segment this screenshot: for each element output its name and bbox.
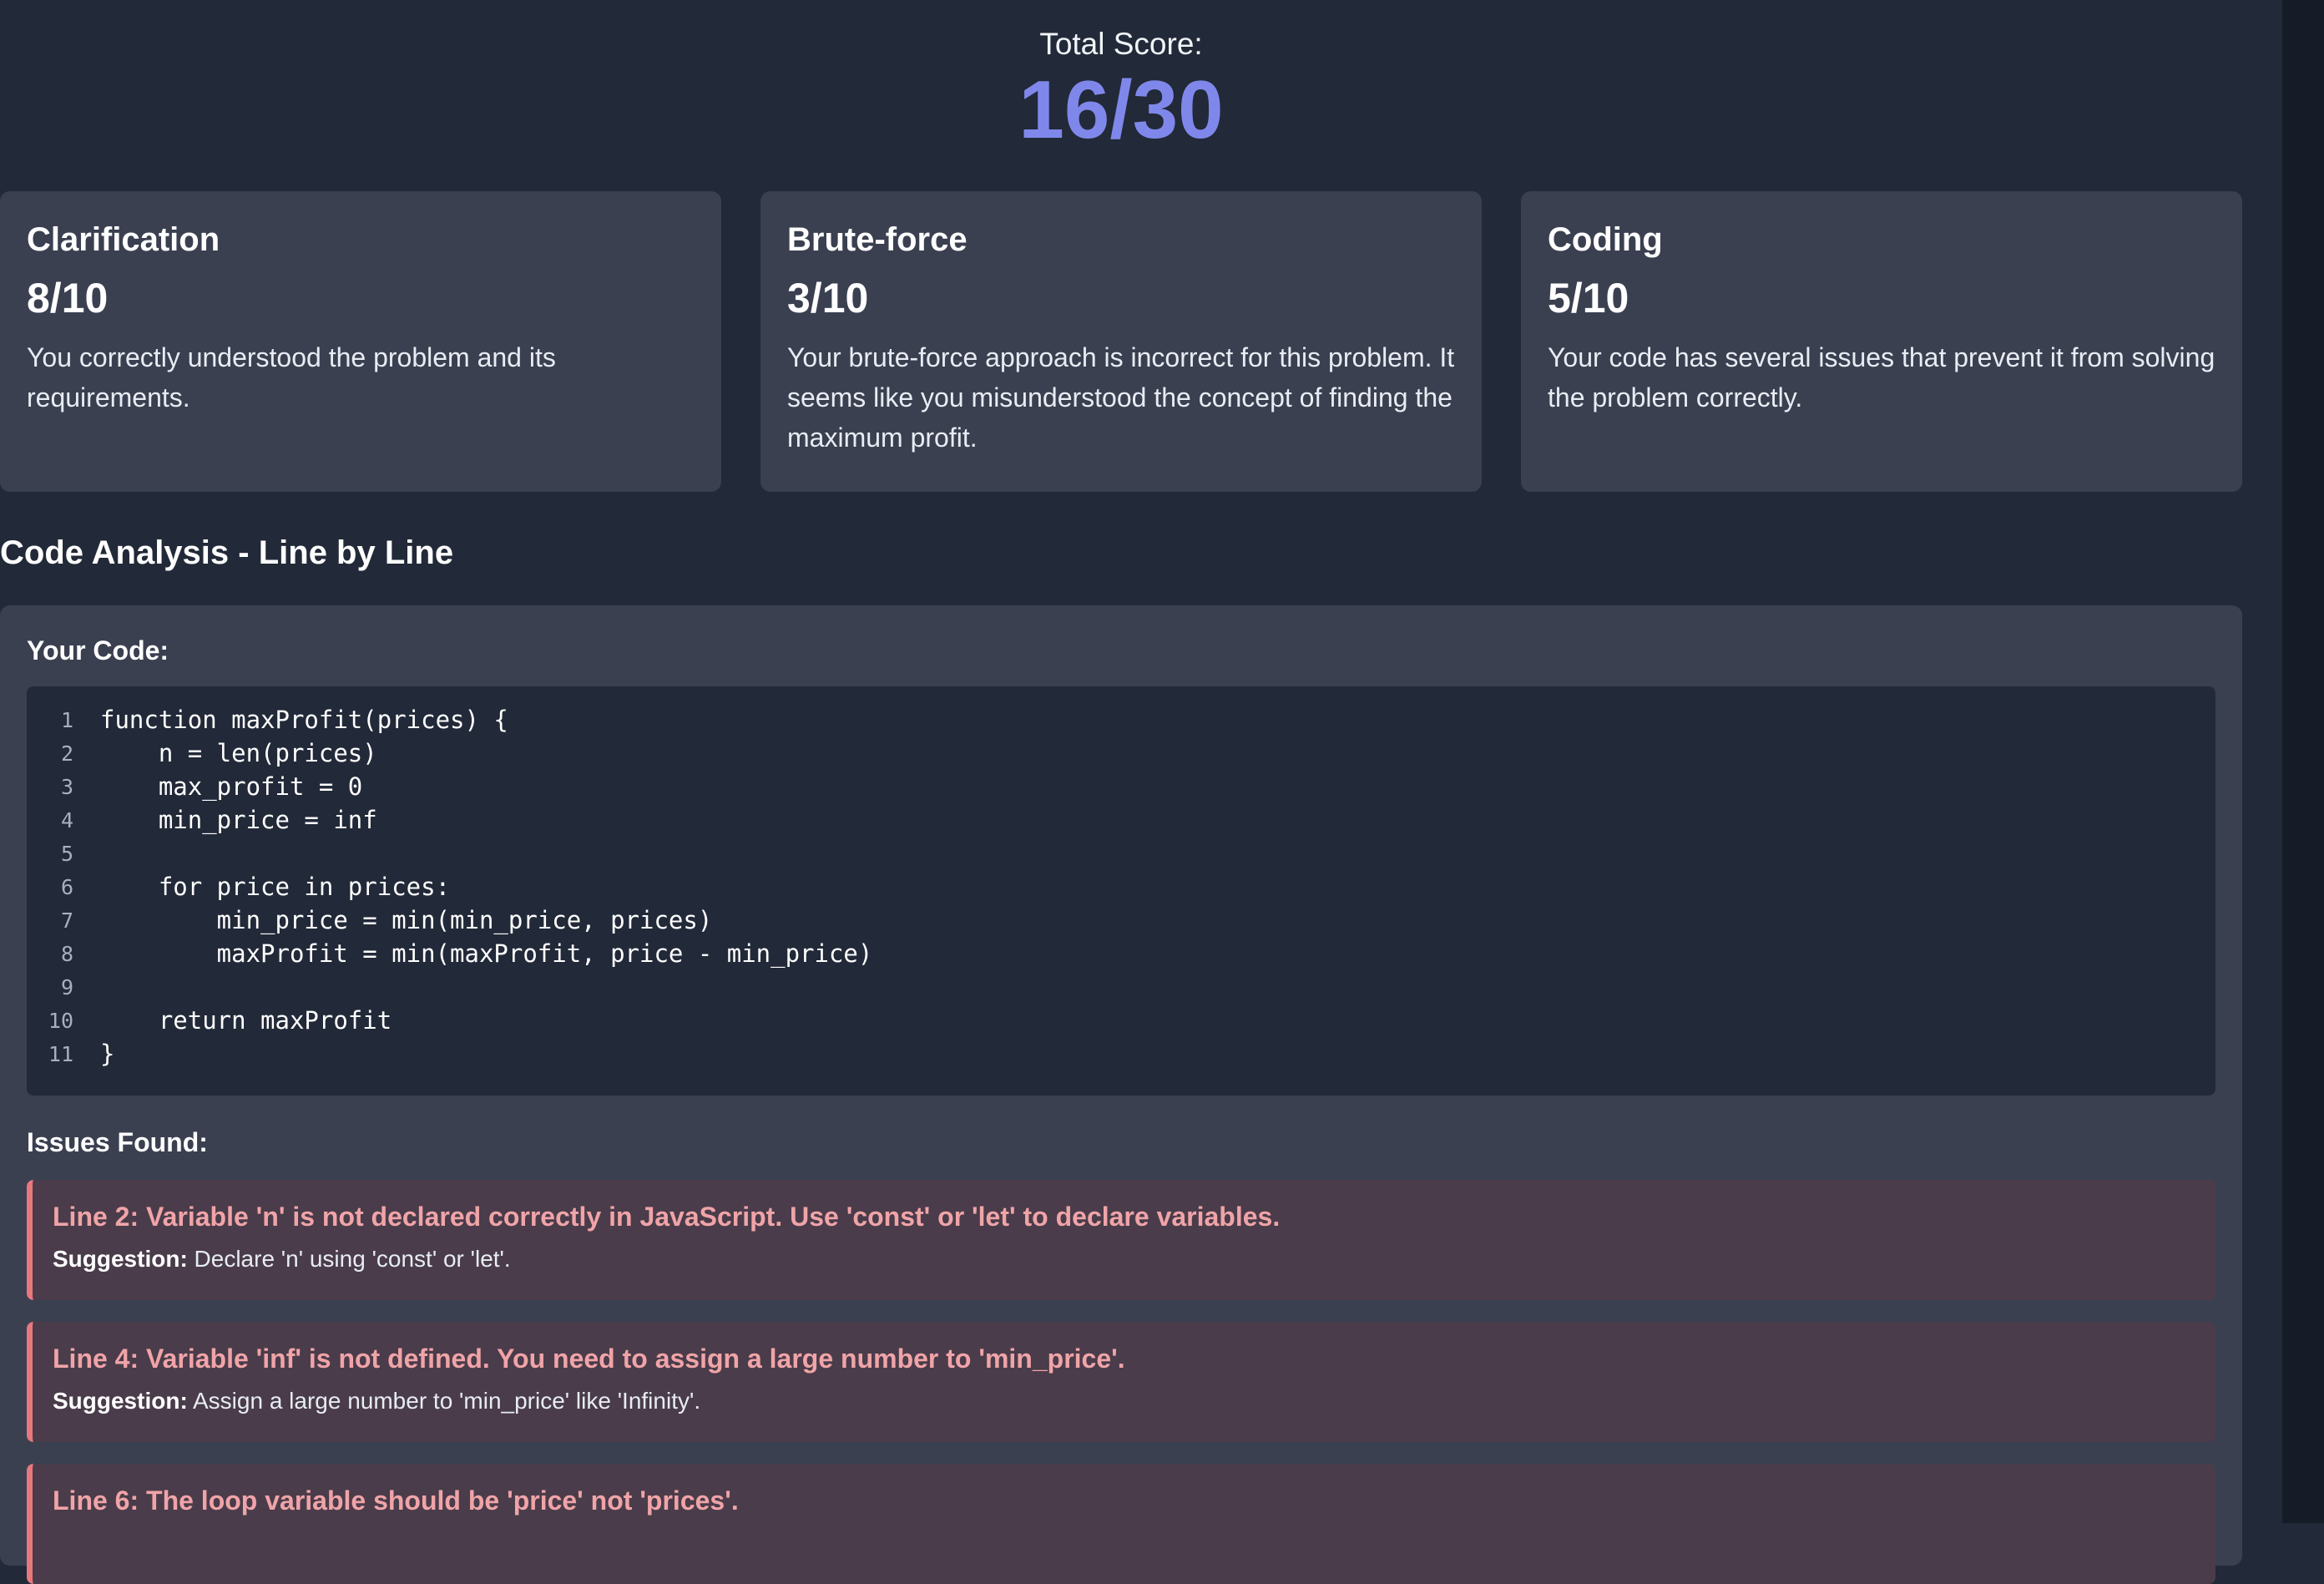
score-card-coding: Coding 5/10 Your code has several issues…: [1521, 191, 2242, 492]
card-score: 5/10: [1548, 275, 1629, 321]
code-line: 6 for price in prices:: [27, 870, 2215, 903]
line-number: 7: [60, 908, 73, 933]
card-feedback: Your code has several issues that preven…: [1548, 342, 2215, 412]
code-block: 1 function maxProfit(prices) { 2 n = len…: [27, 686, 2215, 1096]
your-code-heading: Your Code:: [27, 635, 169, 665]
code-line: 8 maxProfit = min(maxProfit, price - min…: [27, 937, 2215, 970]
line-number: 9: [60, 974, 73, 999]
line-number: 8: [60, 941, 73, 966]
code-line: 5: [27, 837, 2215, 870]
card-title: Brute-force: [787, 221, 967, 258]
code-text: min_price = inf: [100, 806, 377, 834]
card-feedback: You correctly understood the problem and…: [27, 342, 556, 412]
issue-title: Line 6: The loop variable should be 'pri…: [53, 1485, 739, 1516]
issue-item: Line 2: Variable 'n' is not declared cor…: [27, 1180, 2215, 1300]
line-number: 6: [60, 874, 73, 899]
suggestion-label: Suggestion:: [53, 1388, 188, 1414]
card-title: Coding: [1548, 221, 1663, 258]
line-number: 2: [60, 741, 73, 766]
issue-suggestion: Suggestion: Assign a large number to 'mi…: [53, 1388, 2195, 1414]
line-number: 4: [60, 807, 73, 832]
code-analysis-title: Code Analysis - Line by Line: [0, 534, 454, 571]
line-number: 10: [48, 1008, 73, 1033]
code-analysis-panel: Your Code: 1 function maxProfit(prices) …: [0, 605, 2242, 1584]
suggestion-label: Suggestion:: [53, 1246, 188, 1272]
card-feedback: Your brute-force approach is incorrect f…: [787, 342, 1455, 453]
issues-found-heading: Issues Found:: [27, 1127, 208, 1157]
code-text: return maxProfit: [100, 1006, 392, 1035]
code-text: }: [100, 1040, 115, 1068]
code-text: min_price = min(min_price, prices): [100, 906, 713, 934]
code-text: for price in prices:: [100, 873, 451, 901]
total-score-value: 16/30: [1018, 63, 1224, 155]
code-line: 1 function maxProfit(prices) {: [27, 703, 2215, 736]
card-score: 3/10: [787, 275, 869, 321]
issue-title: Line 2: Variable 'n' is not declared cor…: [53, 1202, 1281, 1232]
code-line: 10 return maxProfit: [27, 1004, 2215, 1037]
suggestion-text: Assign a large number to 'min_price' lik…: [193, 1388, 701, 1414]
card-score: 8/10: [27, 275, 109, 321]
code-line: 7 min_price = min(min_price, prices): [27, 903, 2215, 937]
scrollbar-track[interactable]: [2282, 0, 2324, 1523]
code-line: 3 max_profit = 0: [27, 770, 2215, 803]
issue-suggestion: Suggestion: Declare 'n' using 'const' or…: [53, 1246, 2195, 1273]
suggestion-text: Declare 'n' using 'const' or 'let'.: [194, 1246, 511, 1272]
code-line: 2 n = len(prices): [27, 736, 2215, 770]
code-line: 11 }: [27, 1037, 2215, 1070]
score-card-brute-force: Brute-force 3/10 Your brute-force approa…: [760, 191, 1482, 492]
card-title: Clarification: [27, 221, 220, 258]
code-text: function maxProfit(prices) {: [100, 706, 508, 734]
line-number: 5: [60, 841, 73, 866]
total-score-label: Total Score:: [1039, 27, 1203, 61]
issue-item: Line 4: Variable 'inf' is not defined. Y…: [27, 1322, 2215, 1442]
issue-title: Line 4: Variable 'inf' is not defined. Y…: [53, 1344, 1125, 1374]
code-text: max_profit = 0: [100, 772, 363, 801]
code-line: 4 min_price = inf: [27, 803, 2215, 837]
score-card-clarification: Clarification 8/10 You correctly underst…: [0, 191, 721, 492]
line-number: 1: [60, 707, 73, 732]
code-line: 9: [27, 970, 2215, 1004]
issue-item: Line 6: The loop variable should be 'pri…: [27, 1464, 2215, 1584]
line-number: 11: [48, 1041, 73, 1066]
line-number: 3: [60, 774, 73, 799]
code-text: n = len(prices): [100, 739, 377, 767]
code-text: maxProfit = min(maxProfit, price - min_p…: [100, 939, 873, 968]
